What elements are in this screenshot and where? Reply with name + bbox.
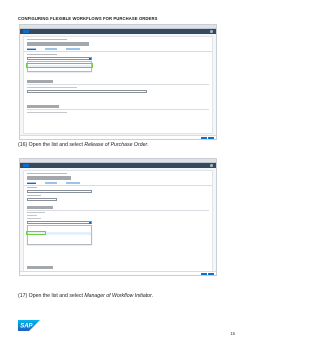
- tab-exception-handling[interactable]: [66, 182, 80, 184]
- section-title-recipients: [27, 80, 53, 83]
- caption-text: (16) Open the list and select: [18, 142, 85, 148]
- dropdown-option[interactable]: [28, 241, 91, 244]
- page-title: [27, 42, 89, 46]
- field-label: [27, 218, 41, 220]
- step-16-caption: (16) Open the list and select Release of…: [18, 142, 149, 148]
- breadcrumb: [27, 39, 67, 41]
- section-title-exception-handling: [27, 105, 59, 108]
- field-label: [27, 54, 57, 56]
- svg-text:SAP: SAP: [20, 324, 33, 330]
- cancel-button[interactable]: [208, 136, 214, 139]
- workflow-panel: [23, 36, 213, 134]
- step-17-caption: (17) Open the list and select Manager of…: [18, 293, 153, 299]
- field-label: [27, 112, 67, 114]
- step-name-field[interactable]: [27, 190, 92, 194]
- caption-suffix: .: [151, 293, 154, 299]
- avatar: [210, 164, 213, 167]
- tab-bar: [27, 182, 80, 184]
- tab-recipients[interactable]: [45, 48, 57, 50]
- sap-logo-icon: SAP: [18, 320, 40, 331]
- shell-bar: [20, 163, 216, 168]
- footer-bar: [20, 135, 216, 139]
- field-label: [27, 195, 41, 197]
- caption-emphasis: Release of Purchase Order: [84, 142, 148, 148]
- caption-text: (17) Open the list and select: [18, 293, 85, 299]
- screenshot-step-16: [19, 24, 217, 140]
- highlight-box: [26, 63, 93, 68]
- highlight-box: [26, 230, 46, 235]
- tab-general[interactable]: [27, 182, 36, 184]
- workflow-panel: [23, 170, 213, 274]
- caption-suffix: .: [147, 142, 149, 148]
- page-number: 15: [230, 331, 235, 336]
- field-label: [27, 212, 45, 214]
- dropdown-option[interactable]: [28, 68, 91, 71]
- sap-shell-logo-icon: [23, 30, 29, 33]
- footer-bar: [20, 271, 216, 275]
- tab-bar: [27, 48, 80, 50]
- sap-shell-logo-icon: [23, 164, 29, 167]
- tab-recipients[interactable]: [45, 182, 57, 184]
- cancel-button[interactable]: [208, 272, 214, 275]
- section-title-recipients: [27, 206, 53, 209]
- tab-general[interactable]: [27, 48, 36, 50]
- step-type-field[interactable]: [27, 198, 57, 202]
- screenshot-step-17: [19, 158, 217, 276]
- breadcrumb: [27, 173, 67, 175]
- tab-exception-handling[interactable]: [66, 48, 80, 50]
- section-title-preconditions: [27, 266, 53, 269]
- avatar: [210, 30, 213, 33]
- document-header: CONFIGURING FLEXIBLE WORKFLOWS FOR PURCH…: [18, 16, 158, 21]
- page-title: [27, 176, 71, 180]
- field-label: [27, 87, 77, 89]
- radio-option[interactable]: [27, 215, 37, 217]
- recipient-field[interactable]: [27, 90, 147, 94]
- field-label: [27, 187, 37, 189]
- save-button[interactable]: [201, 272, 207, 275]
- save-button[interactable]: [201, 136, 207, 139]
- caption-emphasis: Manager of Workflow Initiator: [84, 293, 152, 299]
- shell-bar: [20, 29, 216, 34]
